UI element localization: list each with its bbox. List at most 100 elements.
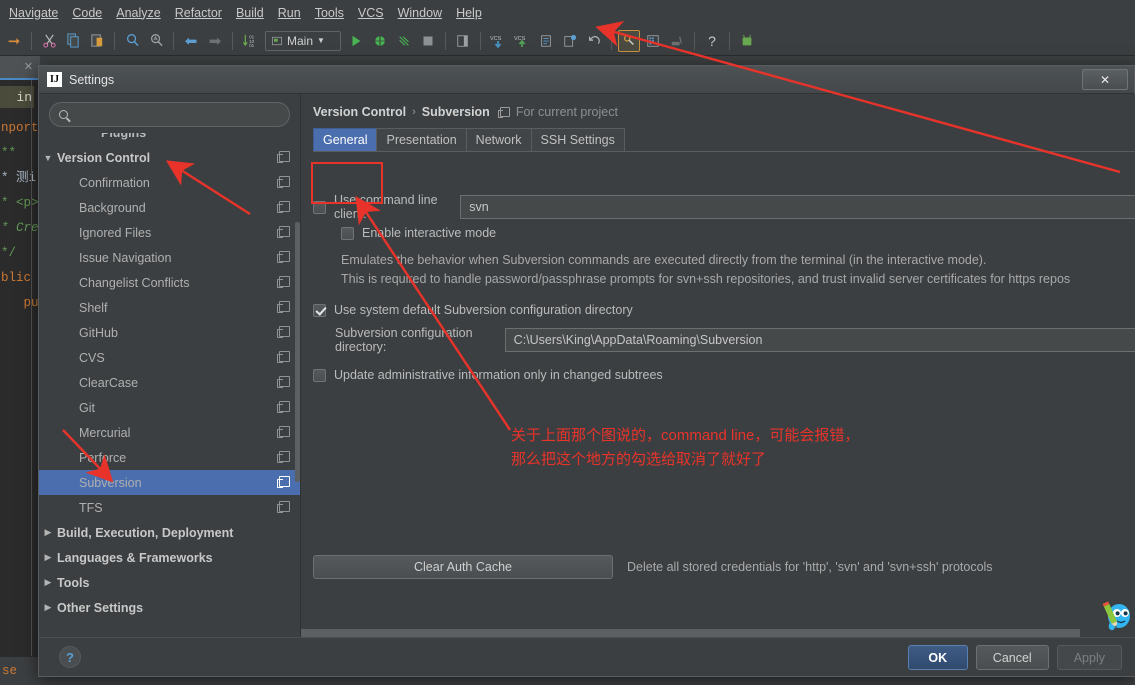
vcs-commit-icon[interactable]: VCS: [511, 30, 533, 52]
search-input[interactable]: [49, 102, 290, 127]
menu-item-build-label: Build: [236, 6, 264, 20]
project-structure-icon[interactable]: [642, 30, 664, 52]
enable-interactive-mode-checkbox[interactable]: [341, 227, 354, 240]
project-scope-icon: [279, 501, 290, 512]
toggle-tool-window-icon[interactable]: [452, 30, 474, 52]
subversion-config-directory-input[interactable]: C:\Users\King\AppData\Roaming\Subversion: [505, 328, 1135, 352]
sidebar-item-github[interactable]: GitHub: [39, 320, 300, 345]
help-button[interactable]: ?: [59, 646, 81, 668]
run-icon[interactable]: [345, 30, 367, 52]
tab-network[interactable]: Network: [466, 128, 532, 151]
menu-item-window[interactable]: Window: [391, 3, 449, 24]
sidebar-item-label: Ignored Files: [79, 226, 151, 240]
sidebar-item-ignored-files[interactable]: Ignored Files: [39, 220, 300, 245]
close-icon[interactable]: ✕: [24, 60, 33, 73]
clear-auth-cache-button[interactable]: Clear Auth Cache: [313, 555, 613, 579]
run-configuration-selector[interactable]: Main ▼: [265, 31, 341, 51]
vcs-changes-icon[interactable]: [559, 30, 581, 52]
search-area: [39, 94, 300, 131]
menu-item-analyze[interactable]: Analyze: [109, 3, 167, 24]
update-admin-info-checkbox[interactable]: [313, 369, 326, 382]
back-icon[interactable]: ⬅: [180, 30, 202, 52]
vcs-history-icon[interactable]: [535, 30, 557, 52]
chevron-right-icon[interactable]: ▶: [39, 527, 57, 538]
sidebar-item-clearcase[interactable]: ClearCase: [39, 370, 300, 395]
project-scope-icon: [279, 251, 290, 262]
chevron-right-icon[interactable]: ▶: [39, 577, 57, 588]
command-line-path-input[interactable]: svn: [460, 195, 1135, 219]
help-icon[interactable]: ?: [701, 30, 723, 52]
menu-item-navigate[interactable]: Navigate: [2, 3, 65, 24]
copy-icon[interactable]: [62, 30, 84, 52]
breadcrumb-root[interactable]: Version Control: [313, 105, 406, 119]
sidebar-item-git[interactable]: Git: [39, 395, 300, 420]
menu-item-code[interactable]: Code: [65, 3, 109, 24]
close-button[interactable]: ✕: [1082, 69, 1128, 90]
chevron-right-icon[interactable]: ▶: [39, 552, 57, 563]
tab-general[interactable]: General: [313, 128, 377, 151]
menu-item-refactor-label: Refactor: [175, 6, 222, 20]
chevron-down-icon[interactable]: ▼: [39, 153, 57, 163]
menu-item-vcs[interactable]: VCS: [351, 3, 391, 24]
menu-item-run[interactable]: Run: [271, 3, 308, 24]
project-scope-icon: [279, 301, 290, 312]
sidebar-scrollbar[interactable]: [295, 222, 300, 482]
editor-line: nport: [0, 116, 40, 141]
debug-icon[interactable]: [369, 30, 391, 52]
paste-icon[interactable]: [86, 30, 108, 52]
sidebar-item-build-execution-deployment[interactable]: ▶ Build, Execution, Deployment: [39, 520, 300, 545]
sidebar-item-background[interactable]: Background: [39, 195, 300, 220]
project-scope-icon: [279, 226, 290, 237]
menu-item-build[interactable]: Build: [229, 3, 271, 24]
tab-ssh-settings[interactable]: SSH Settings: [531, 128, 625, 151]
forward-arrow-icon[interactable]: ➞: [3, 30, 25, 52]
menu-item-refactor[interactable]: Refactor: [168, 3, 229, 24]
sidebar-item-label: Other Settings: [57, 601, 143, 615]
ok-button[interactable]: OK: [908, 645, 968, 670]
editor-area[interactable]: in nport ** * 测i * <p> * Cre */ blic pu: [0, 80, 40, 684]
sidebar-item-label: Changelist Conflicts: [79, 276, 189, 290]
settings-icon[interactable]: [618, 30, 640, 52]
cut-icon[interactable]: [38, 30, 60, 52]
sidebar-item-shelf[interactable]: Shelf: [39, 295, 300, 320]
stop-icon[interactable]: [417, 30, 439, 52]
dialog-title-bar[interactable]: IJ Settings ✕: [39, 66, 1134, 94]
sidebar-item-perforce[interactable]: Perforce: [39, 445, 300, 470]
android-device-icon[interactable]: [736, 30, 758, 52]
editor-tab-strip[interactable]: ✕: [0, 56, 40, 80]
menu-item-help[interactable]: Help: [449, 3, 489, 24]
sidebar-item-tools[interactable]: ▶ Tools: [39, 570, 300, 595]
sidebar-item-mercurial[interactable]: Mercurial: [39, 420, 300, 445]
vcs-update-icon[interactable]: VCS: [487, 30, 509, 52]
run-coverage-icon[interactable]: [393, 30, 415, 52]
chevron-right-icon[interactable]: ▶: [39, 602, 57, 613]
sidebar-item-tfs[interactable]: TFS: [39, 495, 300, 520]
find-icon[interactable]: [121, 30, 143, 52]
sidebar-item-other-settings[interactable]: ▶ Other Settings: [39, 595, 300, 620]
menu-item-run-label: Run: [278, 6, 301, 20]
use-command-line-client-checkbox[interactable]: [313, 201, 326, 214]
replace-icon[interactable]: [145, 30, 167, 52]
apply-button[interactable]: Apply: [1057, 645, 1122, 670]
settings-sidebar: Plugins ▼ Version Control Confirmation B…: [39, 94, 301, 639]
sidebar-item-languages-frameworks[interactable]: ▶ Languages & Frameworks: [39, 545, 300, 570]
compile-icon[interactable]: 011001: [239, 30, 261, 52]
breadcrumb-separator: ›: [412, 106, 416, 118]
sidebar-item-changelist-conflicts[interactable]: Changelist Conflicts: [39, 270, 300, 295]
sdk-manager-icon[interactable]: [666, 30, 688, 52]
cancel-button[interactable]: Cancel: [976, 645, 1049, 670]
toolbar-separator: [694, 32, 695, 50]
forward-icon[interactable]: ➡: [204, 30, 226, 52]
tab-presentation[interactable]: Presentation: [376, 128, 466, 151]
sidebar-item-cvs[interactable]: CVS: [39, 345, 300, 370]
revert-icon[interactable]: [583, 30, 605, 52]
menu-item-tools[interactable]: Tools: [308, 3, 351, 24]
sidebar-item-confirmation[interactable]: Confirmation: [39, 170, 300, 195]
menu-item-code-label: Code: [72, 6, 102, 20]
sidebar-item-label: Build, Execution, Deployment: [57, 526, 233, 540]
sidebar-item-subversion[interactable]: Subversion: [39, 470, 300, 495]
sidebar-item-version-control[interactable]: ▼ Version Control: [39, 145, 300, 170]
use-system-default-config-checkbox[interactable]: [313, 304, 326, 317]
sidebar-item-issue-navigation[interactable]: Issue Navigation: [39, 245, 300, 270]
use-command-line-client-row: Use command line client: svn: [313, 194, 1135, 220]
